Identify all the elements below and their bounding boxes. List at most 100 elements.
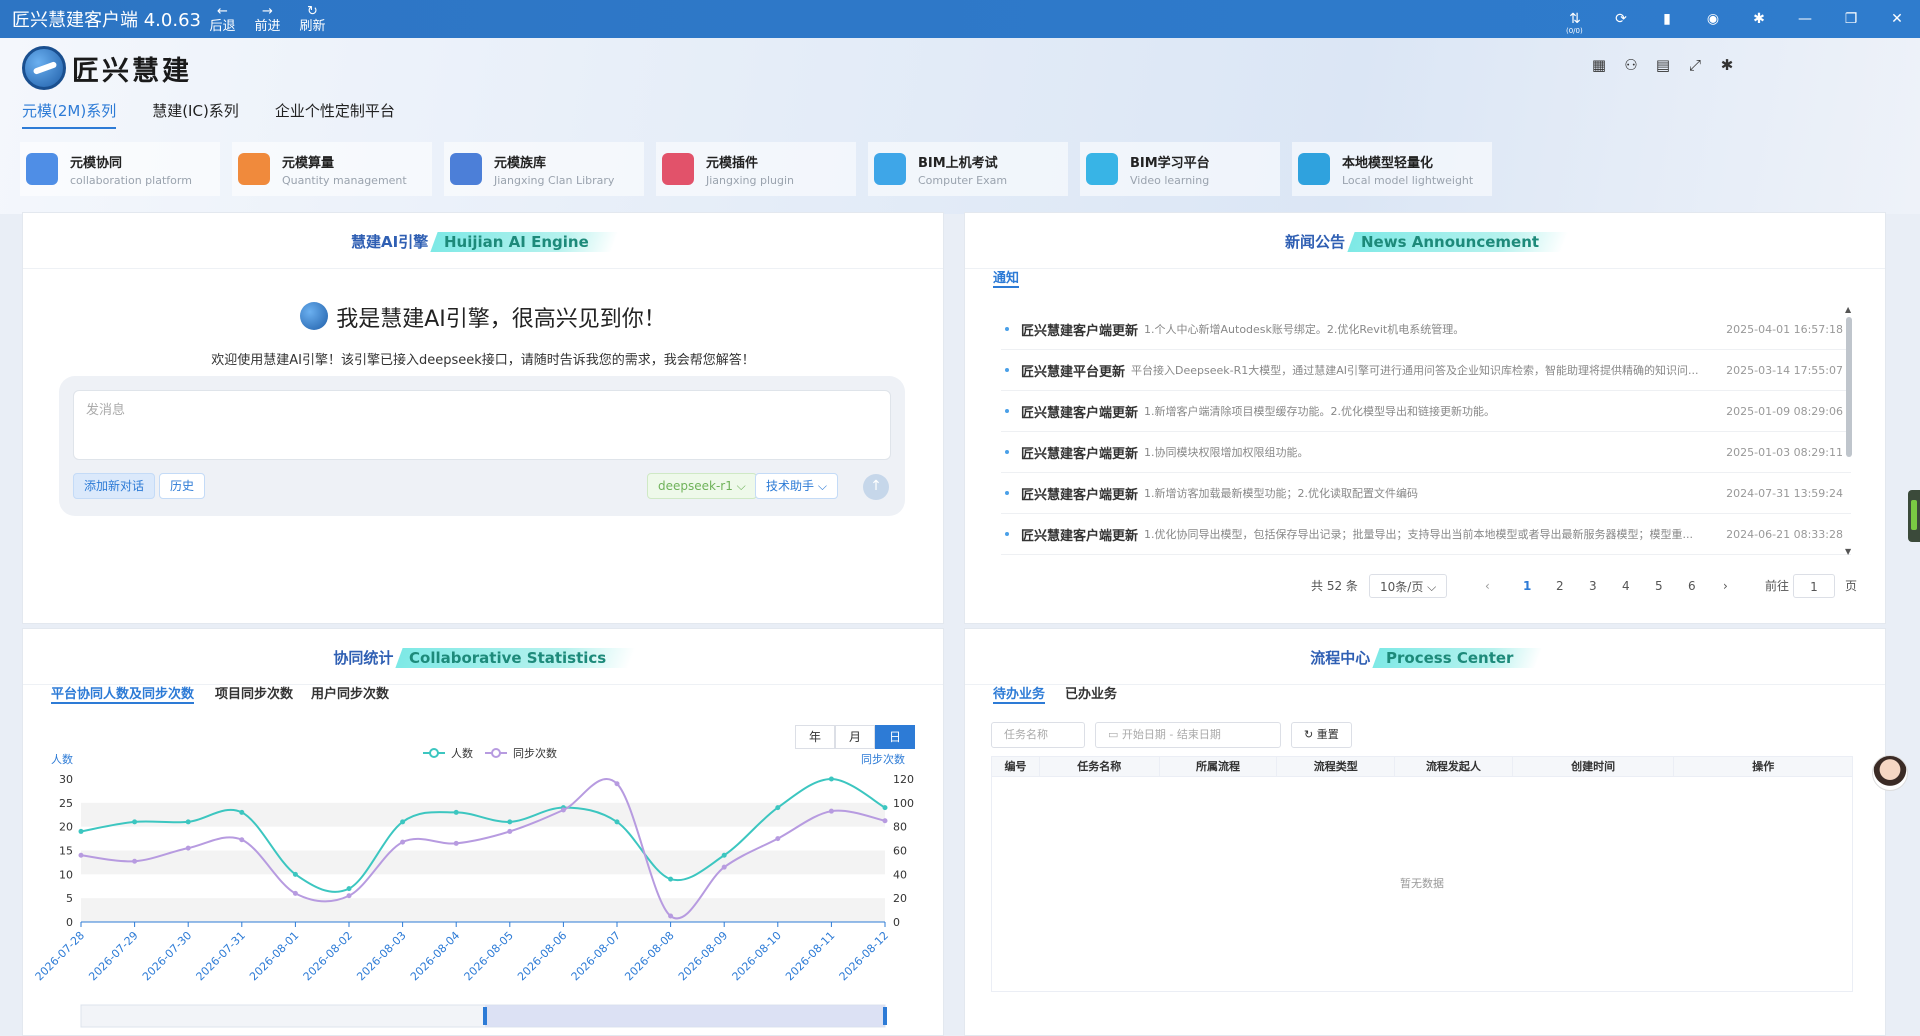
settings-button[interactable]: ✱ <box>1736 11 1782 27</box>
message-input[interactable]: 发消息 <box>73 390 891 460</box>
series-line-0 <box>80 777 886 893</box>
reset-button[interactable]: ↻ 重置 <box>1291 722 1352 748</box>
news-panel: 新闻公告 News Announcement 通知 匠兴慧建客户端更新 1.个人中心… <box>964 212 1886 624</box>
news-list: 匠兴慧建客户端更新 1.个人中心新增Autodesk账号绑定。2.优化Revit机… <box>1001 309 1851 555</box>
app-name: BIM学习平台 <box>1130 155 1210 171</box>
app-card-lightweight[interactable]: 本地模型轻量化 Local model lightweight <box>1292 142 1492 196</box>
model-select[interactable]: deepseek-r1 ⌵ <box>647 473 757 499</box>
grid-icon[interactable]: ▦ <box>1590 56 1608 74</box>
list-item[interactable]: 匠兴慧建客户端更新 1.个人中心新增Autodesk账号绑定。2.优化Revit机… <box>1001 309 1851 350</box>
close-button[interactable]: ✕ <box>1874 11 1920 27</box>
date-range-picker[interactable]: ▭ 开始日期 - 结束日期 <box>1095 722 1281 748</box>
app-card-collaboration[interactable]: 元模协同 collaboration platform <box>20 142 220 196</box>
document-icon[interactable]: ▤ <box>1654 56 1672 74</box>
y-tick-label: 0 <box>66 916 73 929</box>
data-point <box>78 828 84 834</box>
side-drawer-handle[interactable] <box>1908 490 1920 542</box>
tab-project-sync[interactable]: 项目同步次数 <box>215 683 293 702</box>
panel-title: 新闻公告 News Announcement <box>965 213 1885 269</box>
tab-user-sync[interactable]: 用户同步次数 <box>311 683 389 702</box>
app-card-quantity[interactable]: 元模算量 Quantity management <box>232 142 432 196</box>
app-card-exam[interactable]: BIM上机考试 Computer Exam <box>868 142 1068 196</box>
tab-enterprise-platform[interactable]: 企业个性定制平台 <box>275 100 395 129</box>
assistant-select[interactable]: 技术助手 ⌵ <box>755 473 838 499</box>
window-controls: ⇅ (0/0) ⟳ ▮ ◉ ✱ — ❐ ✕ <box>1552 0 1920 38</box>
list-item[interactable]: 匠兴慧建平台更新 平台接入Deepseek-R1大模型，通过慧建AI引擎可进行通用… <box>1001 350 1851 391</box>
list-item[interactable]: 匠兴慧建客户端更新 1.优化协同导出模型，包括保存导出记录；批量导出；支持导出当前… <box>1001 514 1851 555</box>
app-card-plugin[interactable]: 元模插件 Jiangxing plugin <box>656 142 856 196</box>
scroll-thumb[interactable] <box>1846 317 1852 457</box>
arrow-left-icon: ← <box>217 4 228 19</box>
history-button[interactable]: 历史 <box>159 473 206 499</box>
x-tick-label: 2026-08-02 <box>301 929 355 983</box>
org-chart-icon[interactable]: ⚇ <box>1622 56 1640 74</box>
task-name-input[interactable]: 任务名称 <box>991 722 1085 748</box>
minimize-button[interactable]: — <box>1782 11 1828 27</box>
forward-button[interactable]: → 前进 <box>245 4 290 34</box>
legend-marker <box>429 748 439 758</box>
gear-icon: ✱ <box>1753 11 1765 27</box>
clear-button[interactable]: ▮ <box>1644 11 1690 27</box>
data-point <box>400 839 406 845</box>
stats-panel: 协同统计 Collaborative Statistics 平台协同人数及同步次数… <box>22 628 944 1036</box>
goto-page-input[interactable]: 1 <box>1793 574 1835 598</box>
data-point <box>78 852 84 858</box>
page-size-select[interactable]: 10条/页 ⌵ <box>1369 574 1448 598</box>
process-table: 编号 任务名称 所属流程 流程类型 流程发起人 创建时间 操作 暂无数据 <box>991 756 1853 992</box>
app-subtitle: Computer Exam <box>918 173 1008 187</box>
app-card-learning[interactable]: BIM学习平台 Video learning <box>1080 142 1280 196</box>
x-tick-label: 2026-08-11 <box>783 929 837 983</box>
panel-title: 流程中心 Process Center <box>965 629 1885 685</box>
transfer-button[interactable]: ⇅ (0/0) <box>1552 11 1598 35</box>
data-point <box>668 876 674 882</box>
x-tick-label: 2026-08-12 <box>837 929 891 983</box>
tab-platform-sync[interactable]: 平台协同人数及同步次数 <box>51 683 195 704</box>
trash-icon: ▮ <box>1663 11 1671 27</box>
tab-done[interactable]: 已办业务 <box>1065 683 1117 702</box>
screenshot-button[interactable]: ◉ <box>1690 11 1736 27</box>
app-card-clan-library[interactable]: 元模族库 Jiangxing Clan Library <box>444 142 644 196</box>
chevron-left-icon[interactable]: ‹ <box>1485 574 1490 598</box>
gear-icon[interactable]: ✱ <box>1718 56 1736 74</box>
fullscreen-icon[interactable]: ⤢ <box>1686 56 1704 74</box>
page-3[interactable]: 3 <box>1589 574 1597 598</box>
data-point <box>132 858 138 864</box>
scroll-up-icon[interactable]: ▲ <box>1845 305 1851 314</box>
assistant-avatar[interactable] <box>1872 755 1908 791</box>
page-6[interactable]: 6 <box>1688 574 1696 598</box>
chevron-right-icon[interactable]: › <box>1723 574 1728 598</box>
tab-ic-series[interactable]: 慧建(IC)系列 <box>152 100 239 129</box>
process-panel: 流程中心 Process Center 待办业务 已办业务 任务名称 ▭ 开始日期… <box>964 628 1886 1036</box>
scroll-down-icon[interactable]: ▼ <box>1845 547 1851 556</box>
list-item[interactable]: 匠兴慧建客户端更新 1.新增客户端清除项目模型缓存功能。2.优化模型导出和链接更新… <box>1001 391 1851 432</box>
header-tools: ▦ ⚇ ▤ ⤢ ✱ <box>1590 56 1736 74</box>
back-button[interactable]: ← 后退 <box>200 4 245 34</box>
tab-pending[interactable]: 待办业务 <box>993 683 1046 704</box>
app-launcher: 元模协同 collaboration platform 元模算量 Quantity … <box>20 142 1492 196</box>
data-point <box>507 819 513 825</box>
data-point <box>828 776 834 782</box>
zoom-handle-right <box>883 1007 887 1025</box>
send-button[interactable]: ↑ <box>863 474 889 500</box>
list-item[interactable]: 匠兴慧建客户端更新 1.协同模块权限增加权限组功能。 2025-01-03 08:2… <box>1001 432 1851 473</box>
tab-2m-series[interactable]: 元模(2M)系列 <box>22 100 117 129</box>
zoom-handle-left <box>483 1007 487 1025</box>
sync-button[interactable]: ⟳ <box>1598 11 1644 27</box>
page-1[interactable]: 1 <box>1523 574 1531 598</box>
y-axis-label: 人数 <box>51 753 73 766</box>
logo: 匠兴慧建 <box>22 46 192 90</box>
new-chat-button[interactable]: 添加新对话 <box>73 473 156 499</box>
page-4[interactable]: 4 <box>1622 574 1630 598</box>
x-tick-label: 2026-08-08 <box>622 929 676 983</box>
refresh-button[interactable]: ↻ 刷新 <box>290 4 335 34</box>
news-scrollbar[interactable]: ▲ ▼ <box>1845 305 1853 556</box>
page-2[interactable]: 2 <box>1556 574 1564 598</box>
list-item[interactable]: 匠兴慧建客户端更新 1.新增访客加载最新模型功能；2.优化读取配置文件编码 2024… <box>1001 473 1851 514</box>
y-tick-label: 15 <box>59 845 73 858</box>
data-point <box>185 845 191 851</box>
tab-notice[interactable]: 通知 <box>993 267 1020 288</box>
series-line-1 <box>80 777 886 920</box>
restore-button[interactable]: ❐ <box>1828 11 1874 27</box>
data-point <box>614 819 620 825</box>
page-5[interactable]: 5 <box>1655 574 1663 598</box>
